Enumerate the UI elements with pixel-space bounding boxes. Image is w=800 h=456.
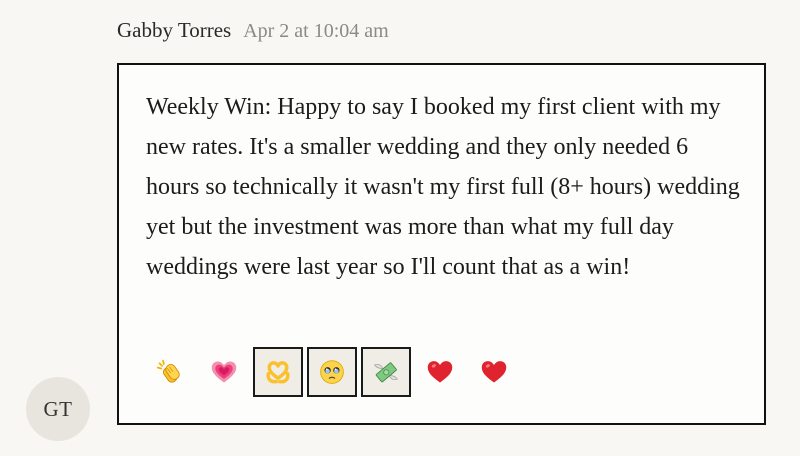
reaction-money-with-wings[interactable] (361, 347, 411, 397)
heart-hands-icon (266, 361, 290, 384)
reaction-bar (145, 347, 519, 397)
red-heart-icon (427, 361, 453, 383)
reaction-holding-back-tears[interactable] (307, 347, 357, 397)
reaction-red-heart[interactable] (469, 347, 519, 397)
avatar-initials: GT (43, 396, 73, 421)
reaction-heart-hands[interactable] (253, 347, 303, 397)
reaction-growing-heart[interactable] (199, 347, 249, 397)
holding-back-tears-face-icon (320, 360, 344, 384)
message-body: Weekly Win: Happy to say I booked my fir… (146, 94, 740, 280)
reaction-clapping-hands[interactable] (145, 347, 195, 397)
author-name[interactable]: Gabby Torres (117, 18, 231, 43)
message-card: Weekly Win: Happy to say I booked my fir… (117, 63, 766, 425)
avatar[interactable]: GT (26, 377, 90, 441)
clapping-hands-icon (156, 359, 180, 383)
red-heart-icon (481, 361, 507, 383)
reaction-red-heart[interactable] (415, 347, 465, 397)
message-header: Gabby Torres Apr 2 at 10:04 am (117, 18, 389, 48)
message-timestamp[interactable]: Apr 2 at 10:04 am (243, 20, 389, 43)
growing-heart-icon (211, 361, 237, 383)
money-with-wings-icon (374, 362, 398, 383)
